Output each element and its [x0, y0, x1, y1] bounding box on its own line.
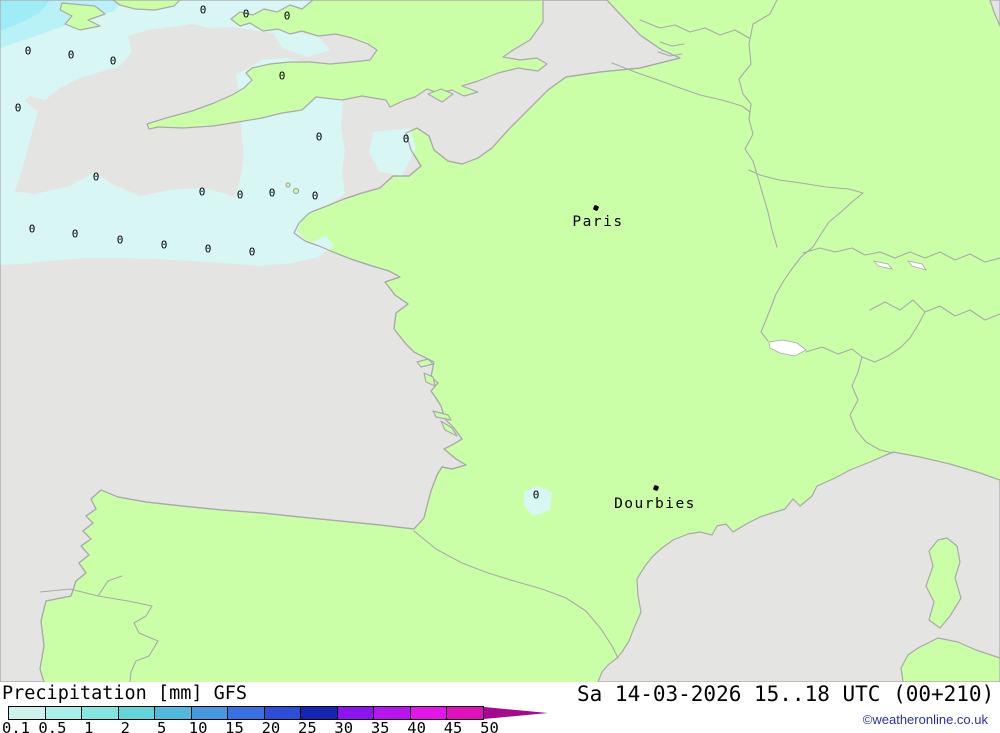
- precip-value-label: 0: [248, 245, 256, 259]
- precip-value-label: 0: [268, 186, 276, 200]
- precip-value-label: 0: [242, 7, 250, 21]
- colorbar-segment: [228, 707, 265, 719]
- colorbar-tick-label: 2: [120, 719, 130, 733]
- colorbar-tick-label: 15: [225, 719, 244, 733]
- precipitation-colorbar: [8, 706, 484, 720]
- colorbar-segment: [155, 707, 192, 719]
- lake-geneva: [768, 339, 807, 357]
- precip-value-label: 0: [109, 54, 117, 68]
- precip-value-label: 0: [14, 101, 22, 115]
- map-canvas: [0, 0, 1000, 682]
- precip-value-label: 0: [116, 233, 124, 247]
- colorbar-segment: [374, 707, 411, 719]
- border-france-italy: [805, 346, 894, 454]
- precip-value-label: 0: [92, 170, 100, 184]
- border-belgium-netherlands: [639, 19, 750, 39]
- colorbar-segment: [118, 707, 156, 719]
- river-spain: [39, 588, 159, 682]
- colorbar-segment: [191, 707, 229, 719]
- colorbar-segment: [9, 707, 46, 719]
- border-france-belgium: [611, 62, 751, 113]
- precip-value-label: 0: [28, 222, 36, 236]
- island-channel-2: [292, 187, 300, 195]
- precip-value-label: 0: [532, 488, 540, 502]
- city-label: Paris: [572, 214, 624, 230]
- border-swiss-south: [869, 299, 1000, 321]
- precip-value-label: 0: [199, 3, 207, 17]
- colorbar-tick-label: 40: [407, 719, 426, 733]
- colorbar-segment: [410, 707, 448, 719]
- forecast-datetime: Sa 14-03-2026 15..18 UTC (00+210): [577, 682, 995, 706]
- precipitation-map: 0 0 0 0 0 0 0 0 0 0 0 0 0 0 0 0 0 0 0 0 0 0 Paris Dourbies: [0, 0, 1000, 682]
- colorbar-tick-label: 25: [298, 719, 317, 733]
- legend-bar-area: Precipitation [mm] GFS Sa 14-03-2026 15.…: [0, 682, 1000, 733]
- colorbar-overflow-arrow: [484, 707, 548, 719]
- colorbar-segment: [82, 707, 119, 719]
- precip-value-label: 0: [402, 132, 410, 146]
- precip-value-label: 0: [236, 188, 244, 202]
- colorbar-segment: [264, 707, 302, 719]
- colorbar-tick-label: 10: [188, 719, 208, 733]
- precip-value-label: 0: [160, 238, 168, 252]
- sea-north-corner: [989, 0, 1000, 27]
- colorbar-segment: [447, 707, 483, 719]
- border-swiss-connector: [861, 311, 926, 363]
- colorbar-tick-label: 20: [261, 719, 281, 733]
- colorbar-segment: [45, 707, 83, 719]
- colorbar-tick-label: 0.5: [38, 719, 67, 733]
- precip-value-label: 0: [204, 242, 212, 256]
- precip-value-label: 0: [24, 44, 32, 58]
- colorbar-tick-label: 45: [443, 719, 463, 733]
- precip-value-label: 0: [278, 69, 286, 83]
- precip-value-label: 0: [315, 130, 323, 144]
- precip-value-label: 0: [283, 9, 291, 23]
- colorbar-segment: [337, 707, 375, 719]
- precip-value-label: 0: [71, 227, 79, 241]
- colorbar-tick-label: 35: [370, 719, 390, 733]
- colorbar-tick-label: 30: [334, 719, 354, 733]
- colorbar-tick-label: 50: [480, 719, 499, 733]
- border-pyrenees: [413, 530, 619, 659]
- precip-value-label: 0: [198, 185, 206, 199]
- weather-map-page: 0 0 0 0 0 0 0 0 0 0 0 0 0 0 0 0 0 0 0 0 0 0 Paris Dourbies Pre…: [0, 0, 1000, 733]
- lake-neuchatel: [872, 260, 894, 270]
- precip-value-label: 0: [67, 48, 75, 62]
- legend-title: Precipitation [mm] GFS: [2, 683, 248, 704]
- precip-value-label: 0: [311, 189, 319, 203]
- colorbar-tick-labels: 0.1 0.5 1 2 5 10 15 20 25 30 35 40 45 50: [0, 719, 1000, 733]
- colorbar-tick-label: 1: [84, 719, 94, 733]
- lake-constance: [906, 260, 927, 271]
- colorbar-segment: [301, 707, 338, 719]
- copyright-link[interactable]: ©weatheronline.co.uk: [863, 712, 988, 727]
- border-swiss-north: [802, 247, 1000, 263]
- island-channel-1: [285, 182, 291, 188]
- river-rhine: [738, 0, 778, 248]
- colorbar-tick-label: 5: [157, 719, 167, 733]
- city-label: Dourbies: [614, 496, 696, 512]
- river-spain-branch: [97, 575, 123, 597]
- colorbar-tick-label: 0.1: [2, 719, 30, 733]
- border-jura: [760, 192, 864, 342]
- border-germany-east: [748, 169, 864, 194]
